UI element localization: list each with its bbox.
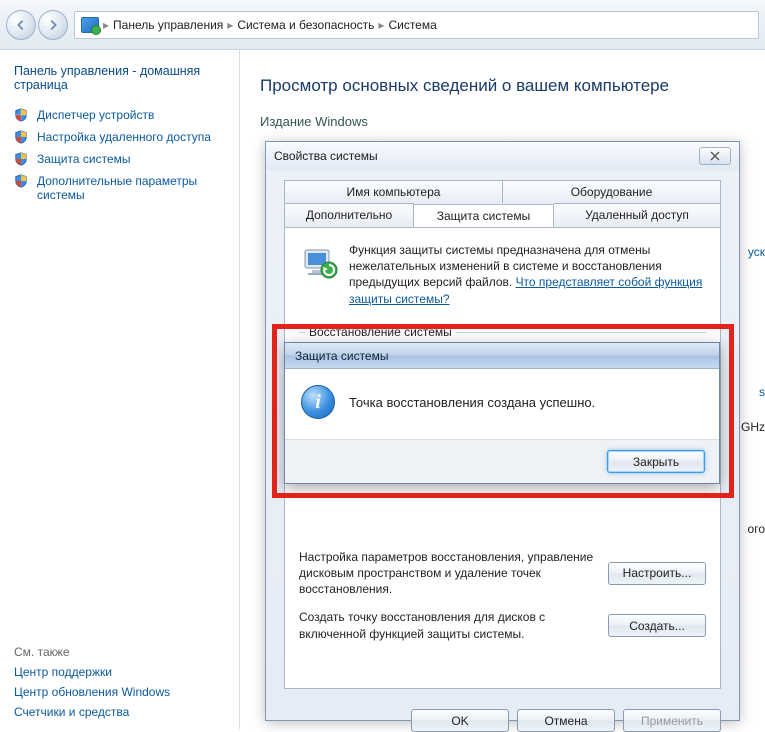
close-button[interactable]: Закрыть (607, 450, 705, 473)
system-protection-icon (299, 242, 339, 282)
sidebar-item-label: Настройка удаленного доступа (37, 130, 225, 144)
sidebar-item-label: Дополнительные параметры системы (37, 174, 225, 202)
group-title: Восстановление системы (305, 325, 456, 339)
sidebar-item-label: Диспетчер устройств (37, 108, 225, 122)
configure-button[interactable]: Настроить... (608, 562, 706, 585)
tab-hardware[interactable]: Оборудование (503, 180, 721, 203)
control-panel-home-link[interactable]: Панель управления - домашняя страница (14, 64, 225, 92)
sidebar-item-remote-settings[interactable]: Настройка удаленного доступа (14, 130, 225, 144)
breadcrumb-item[interactable]: Система (388, 18, 436, 32)
partial-text: ого (748, 522, 765, 536)
breadcrumb[interactable]: ▸ Панель управления ▸ Система и безопасн… (74, 11, 759, 39)
restore-point-created-dialog: Защита системы i Точка восстановления со… (284, 342, 720, 484)
tab-system-protection[interactable]: Защита системы (414, 204, 554, 228)
info-icon: i (301, 385, 335, 419)
shield-icon (14, 152, 28, 166)
nav-back-button[interactable] (6, 10, 36, 40)
nav-forward-button[interactable] (38, 10, 68, 40)
sidebar-item-label: Защита системы (37, 152, 225, 166)
sidebar-item-device-manager[interactable]: Диспетчер устройств (14, 108, 225, 122)
control-panel-icon (81, 17, 99, 33)
see-also-performance-tools[interactable]: Счетчики и средства (14, 705, 225, 719)
close-icon (710, 151, 720, 161)
chevron-right-icon: ▸ (227, 18, 233, 32)
configure-row: Настройка параметров восстановления, упр… (299, 549, 706, 598)
dialog-buttons: OK Отмена Применить (266, 701, 739, 732)
partial-text: GHz (741, 420, 765, 434)
tab-advanced[interactable]: Дополнительно (284, 203, 414, 227)
configure-description: Настройка параметров восстановления, упр… (299, 549, 598, 598)
shield-icon (14, 130, 28, 144)
dialog-titlebar[interactable]: Защита системы (285, 343, 719, 369)
chevron-right-icon: ▸ (378, 18, 384, 32)
tab-remote[interactable]: Удаленный доступ (554, 203, 721, 227)
windows-edition-label: Издание Windows (260, 114, 745, 129)
see-also-windows-update[interactable]: Центр обновления Windows (14, 685, 225, 699)
nav-buttons (6, 10, 68, 40)
create-button[interactable]: Создать... (608, 614, 706, 637)
create-row: Создать точку восстановления для дисков … (299, 609, 706, 641)
sidebar-item-system-protection[interactable]: Защита системы (14, 152, 225, 166)
tab-row-bottom: Дополнительно Защита системы Удаленный д… (284, 203, 721, 227)
page-title: Просмотр основных сведений о вашем компь… (260, 76, 745, 96)
see-also-heading: См. также (14, 645, 225, 659)
breadcrumb-item[interactable]: Панель управления (113, 18, 223, 32)
create-description: Создать точку восстановления для дисков … (299, 609, 598, 641)
address-bar: ▸ Панель управления ▸ Система и безопасн… (0, 0, 765, 50)
shield-icon (14, 108, 28, 122)
dialog-message-text: Точка восстановления создана успешно. (349, 395, 595, 410)
partial-text: уск (748, 245, 765, 259)
dialog-titlebar[interactable]: Свойства системы (266, 142, 739, 170)
see-also-action-center[interactable]: Центр поддержки (14, 665, 225, 679)
tab-row-top: Имя компьютера Оборудование (284, 180, 721, 203)
dialog-title-text: Свойства системы (274, 149, 378, 163)
breadcrumb-item[interactable]: Система и безопасность (237, 18, 374, 32)
partial-text: s (759, 385, 765, 399)
chevron-right-icon: ▸ (103, 18, 109, 32)
sidebar: Панель управления - домашняя страница Ди… (0, 50, 240, 729)
tab-computer-name[interactable]: Имя компьютера (284, 180, 503, 203)
dialog-title-text: Защита системы (295, 349, 388, 363)
sidebar-item-advanced-settings[interactable]: Дополнительные параметры системы (14, 174, 225, 202)
shield-icon (14, 174, 28, 188)
system-protection-description: Функция защиты системы предназначена для… (349, 242, 706, 307)
close-button[interactable] (699, 147, 731, 165)
